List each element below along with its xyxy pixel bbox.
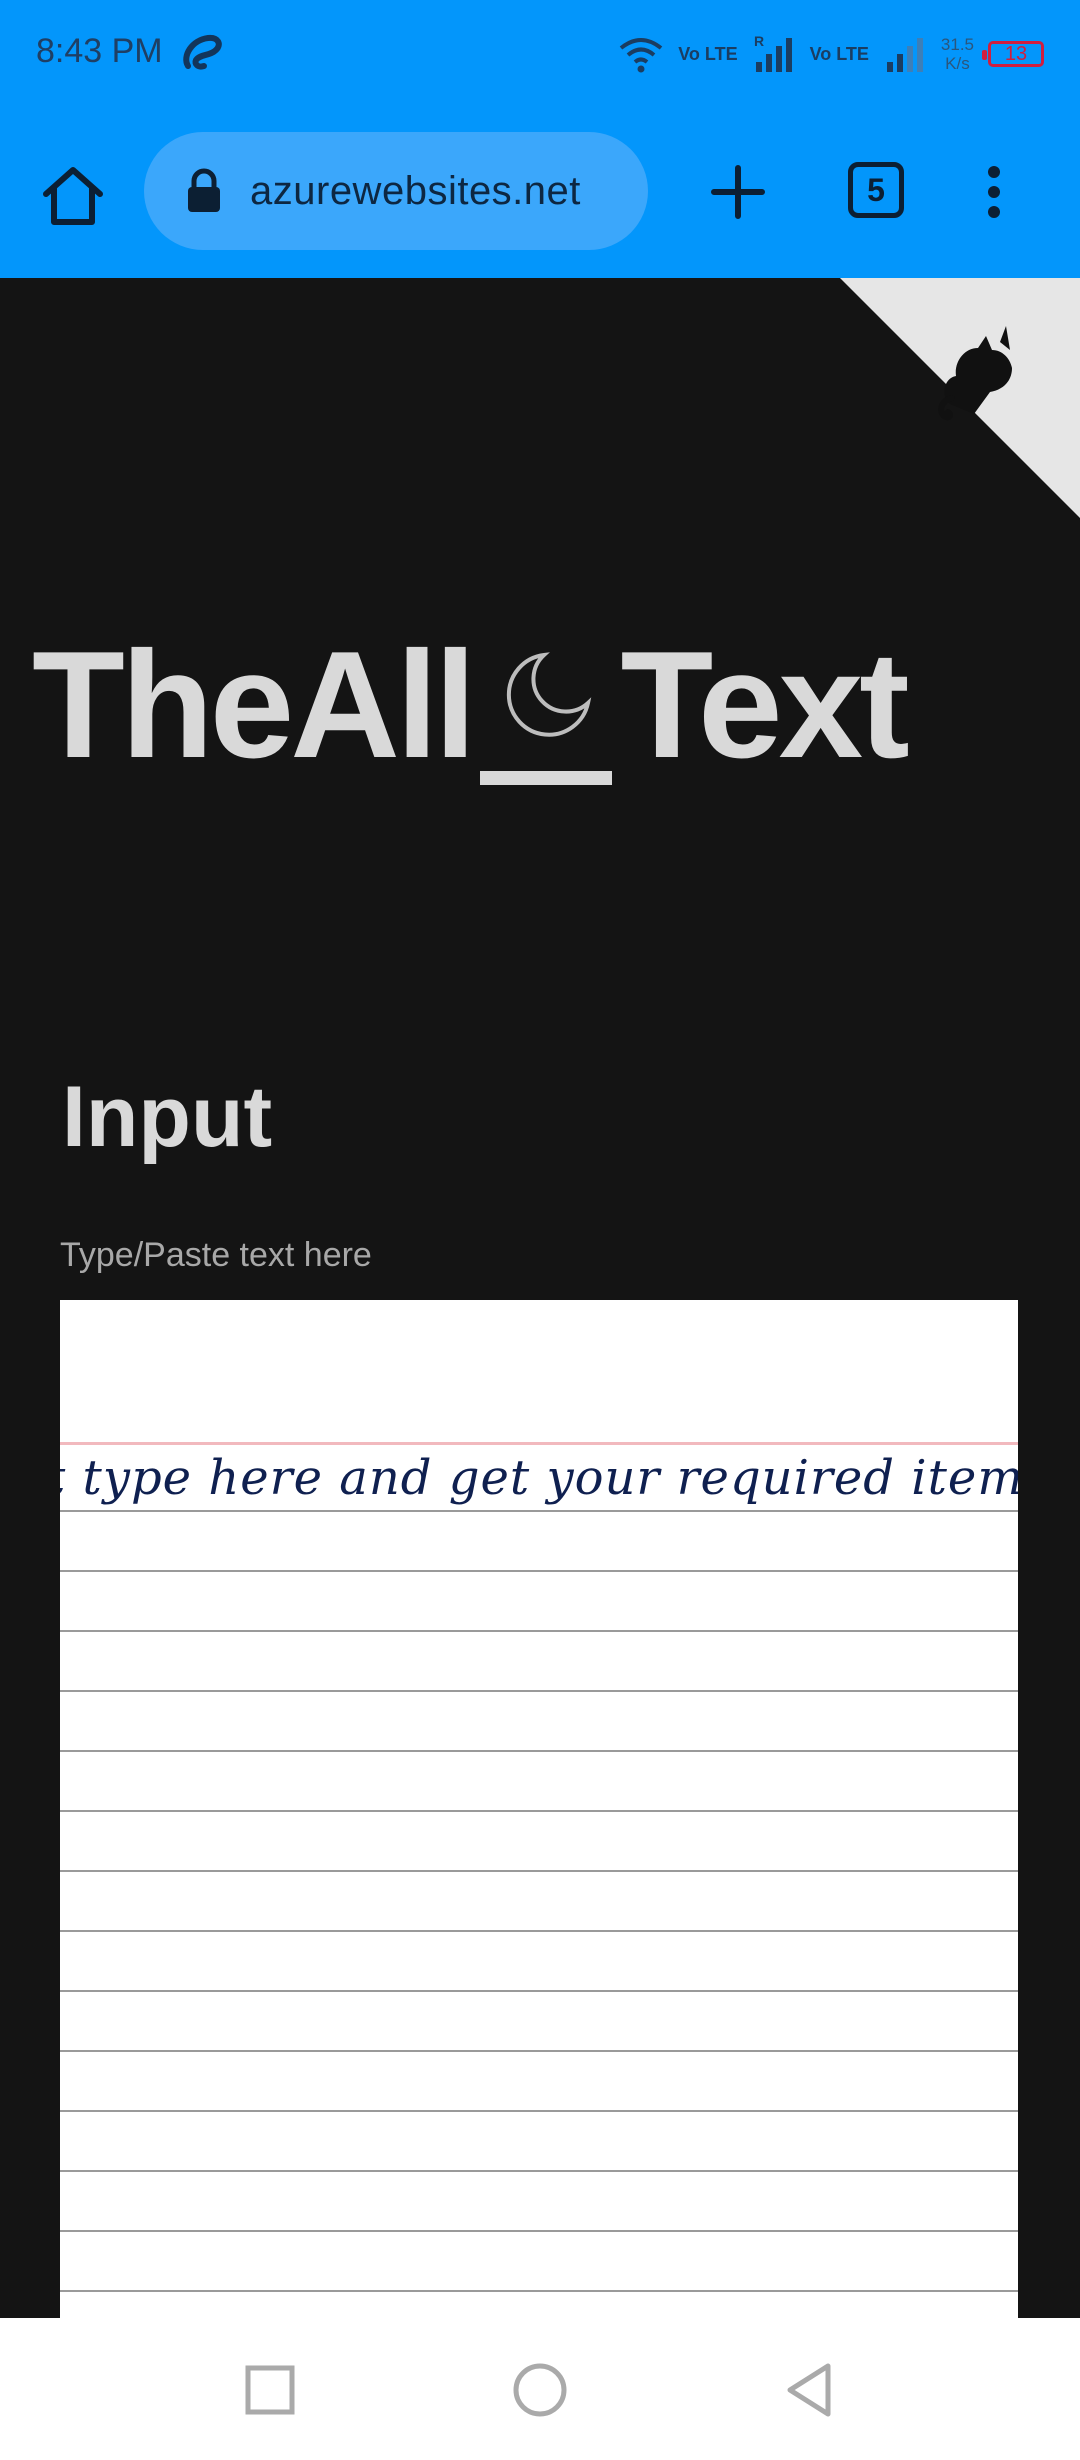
square-icon[interactable] (240, 2360, 300, 2420)
battery-level: 13 (1004, 42, 1028, 65)
paper-rule-line (60, 1810, 1018, 1812)
volte-label-2: Vo LTE (809, 44, 869, 64)
status-icons: Vo LTE R Vo LTE 31.5 K/s 13 (618, 26, 1044, 82)
paper-rule-line (60, 2290, 1018, 2292)
paper-rule-line (60, 1690, 1018, 1692)
back-triangle-icon[interactable] (780, 2360, 840, 2420)
lock-icon (188, 168, 220, 212)
title-left: TheAll (32, 620, 476, 790)
github-corner[interactable] (840, 278, 1080, 518)
tab-count: 5 (867, 171, 885, 208)
web-page: TheAll Text Input Type/Paste text here t… (0, 278, 1080, 2318)
paper-rule-line (60, 2110, 1018, 2112)
status-bar: 8:43 PM Vo LTE R Vo LTE 31.5 K/s 13 (0, 0, 1080, 110)
paper-rule-line (60, 1990, 1018, 1992)
more-vert-icon[interactable] (970, 160, 1018, 224)
input-hint: Type/Paste text here (60, 1236, 372, 1274)
paper-rule-line (60, 2170, 1018, 2172)
moon-icon[interactable] (496, 649, 600, 739)
paper-rule-line (60, 1930, 1018, 1932)
title-underscore (476, 652, 616, 793)
input-text: t type here and get your required item. (60, 1450, 1018, 1506)
title-right: Text (620, 620, 909, 790)
status-time: 8:43 PM (36, 32, 163, 70)
plus-icon[interactable] (706, 160, 770, 224)
paper-rule-line (60, 1570, 1018, 1572)
net-speed: 31.5 K/s (941, 35, 974, 73)
text-input-area[interactable]: t type here and get your required item. (60, 1300, 1018, 2318)
paper-rule-line (60, 1750, 1018, 1752)
carrier-logo-icon (183, 34, 222, 70)
paper-rule-line (60, 1630, 1018, 1632)
paper-rule-line (60, 1510, 1018, 1512)
paper-margin-line (60, 1442, 1018, 1445)
paper-rule-line (60, 2050, 1018, 2052)
signal-icon-2 (886, 38, 923, 72)
wifi-icon (620, 38, 663, 73)
paper-rule-line (60, 2230, 1018, 2232)
signal-icon: R (754, 34, 792, 72)
circle-icon[interactable] (510, 2360, 570, 2420)
section-heading: Input (62, 1069, 273, 1165)
volte-label-1: Vo LTE (678, 44, 738, 64)
tabs-button[interactable]: 5 (848, 162, 904, 218)
home-icon[interactable] (36, 160, 110, 234)
address-bar[interactable]: azurewebsites.net (144, 132, 648, 250)
navigation-bar (0, 2318, 1080, 2460)
underscore-bar (480, 771, 613, 785)
browser-toolbar: azurewebsites.net 5 (0, 110, 1080, 278)
url-text: azurewebsites.net (250, 168, 581, 213)
paper-rule-line (60, 1870, 1018, 1872)
volte-badge-2: Vo LTE (810, 45, 869, 63)
net-speed-unit: K/s (945, 54, 970, 73)
battery-icon: 13 (982, 41, 1044, 67)
net-speed-value: 31.5 (940, 35, 974, 54)
volte-badge-1: Vo LTE (678, 45, 737, 63)
site-title: TheAll Text (32, 618, 910, 793)
roaming-indicator: R (754, 34, 764, 49)
